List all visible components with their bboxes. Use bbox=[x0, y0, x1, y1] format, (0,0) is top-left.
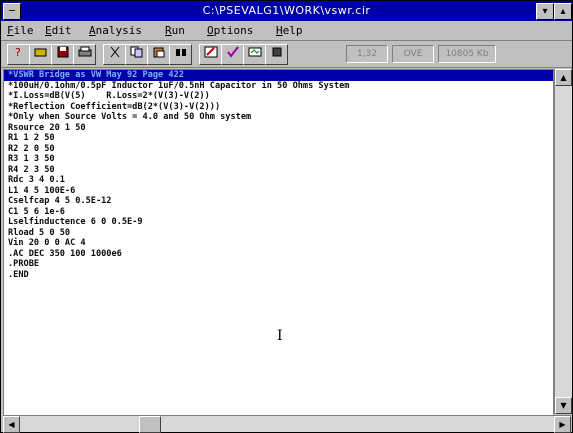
menu-help[interactable]: Help bbox=[276, 24, 303, 37]
save-icon[interactable] bbox=[51, 44, 74, 65]
editor-line[interactable]: Vin 20 0 0 AC 4 bbox=[4, 238, 553, 249]
editor-line[interactable]: R3 1 3 50 bbox=[4, 154, 553, 165]
editor-line[interactable]: Lselfinductence 6 0 0.5E-9 bbox=[4, 217, 553, 228]
menu-options[interactable]: Options bbox=[207, 24, 253, 37]
editor-line[interactable]: Rdc 3 4 0.1 bbox=[4, 175, 553, 186]
overwrite-mode-indicator: OVE bbox=[392, 45, 434, 63]
copy-icon[interactable] bbox=[125, 44, 148, 65]
svg-text:?: ? bbox=[15, 46, 21, 58]
memory-indicator: 10805 Kb bbox=[438, 45, 496, 63]
stop-icon[interactable] bbox=[265, 44, 288, 65]
toolbar: ? 1,32 OVE 10805 Kb bbox=[1, 41, 572, 68]
editor-line[interactable]: Rload 5 0 50 bbox=[4, 228, 553, 239]
editor-line[interactable]: R4 2 3 50 bbox=[4, 165, 553, 176]
editor-line[interactable]: R2 2 0 50 bbox=[4, 144, 553, 155]
maximize-button[interactable]: ▴ bbox=[554, 3, 572, 20]
help-icon[interactable]: ? bbox=[7, 44, 30, 65]
cut-icon[interactable] bbox=[103, 44, 126, 65]
editor-line[interactable]: *I.Loss=dB(V(5) R.Loss=2*(V(3)-V(2)) bbox=[4, 91, 553, 102]
scroll-up-icon[interactable]: ▲ bbox=[555, 69, 572, 86]
vertical-scrollbar[interactable]: ▲ ▼ bbox=[554, 69, 572, 414]
find-icon[interactable] bbox=[169, 44, 192, 65]
simulate-icon[interactable] bbox=[243, 44, 266, 65]
editor-line[interactable]: *100uH/0.1ohm/0.5pF Inductor 1uF/0.5nH C… bbox=[4, 81, 553, 92]
scroll-left-icon[interactable]: ◀ bbox=[3, 416, 20, 433]
paste-icon[interactable] bbox=[147, 44, 170, 65]
print-icon[interactable] bbox=[73, 44, 96, 65]
menu-bar: File Edit Analysis Run Options Help bbox=[1, 21, 572, 41]
editor-line[interactable]: Cselfcap 4 5 0.5E-12 bbox=[4, 196, 553, 207]
editor-line[interactable]: *VSWR Bridge as VW May 92 Page 422 bbox=[4, 70, 553, 81]
menu-file[interactable]: File bbox=[7, 24, 34, 37]
menu-analysis[interactable]: Analysis bbox=[89, 24, 142, 37]
window-title: C:\PSEVALG1\WORK\vswr.cir bbox=[202, 4, 371, 17]
editor-line[interactable]: .END bbox=[4, 270, 553, 281]
editor-line[interactable]: R1 1 2 50 bbox=[4, 133, 553, 144]
scroll-down-icon[interactable]: ▼ bbox=[555, 397, 572, 414]
scroll-right-icon[interactable]: ▶ bbox=[554, 416, 571, 433]
edit-icon[interactable] bbox=[199, 44, 222, 65]
menu-run[interactable]: Run bbox=[165, 24, 185, 37]
title-bar[interactable]: ─ C:\PSEVALG1\WORK\vswr.cir ▾ ▴ bbox=[1, 1, 572, 21]
editor-line[interactable]: *Reflection Coefficient=dB(2*(V(3)-V(2))… bbox=[4, 102, 553, 113]
open-icon[interactable] bbox=[29, 44, 52, 65]
editor-line[interactable]: .PROBE bbox=[4, 259, 553, 270]
app-window: ─ C:\PSEVALG1\WORK\vswr.cir ▾ ▴ File Edi… bbox=[0, 0, 573, 433]
editor-line[interactable]: Rsource 20 1 50 bbox=[4, 123, 553, 134]
line-column-indicator: 1,32 bbox=[346, 45, 388, 63]
editor-line[interactable]: C1 5 6 1e-6 bbox=[4, 207, 553, 218]
text-cursor: I bbox=[277, 328, 283, 344]
check-icon[interactable] bbox=[221, 44, 244, 65]
horizontal-scrollbar[interactable]: ◀ ▶ bbox=[3, 415, 571, 433]
menu-edit[interactable]: Edit bbox=[45, 24, 72, 37]
editor-lines: *VSWR Bridge as VW May 92 Page 422 *100uH… bbox=[4, 70, 553, 280]
circuit-text-editor[interactable]: *VSWR Bridge as VW May 92 Page 422 *100uH… bbox=[3, 69, 554, 416]
editor-line[interactable]: .AC DEC 350 100 1000e6 bbox=[4, 249, 553, 260]
scroll-thumb[interactable] bbox=[139, 416, 161, 433]
minimize-button[interactable]: ▾ bbox=[536, 3, 554, 20]
editor-line[interactable]: L1 4 5 100E-6 bbox=[4, 186, 553, 197]
editor-line[interactable]: *Only when Source Volts = 4.0 and 50 Ohm… bbox=[4, 112, 553, 123]
